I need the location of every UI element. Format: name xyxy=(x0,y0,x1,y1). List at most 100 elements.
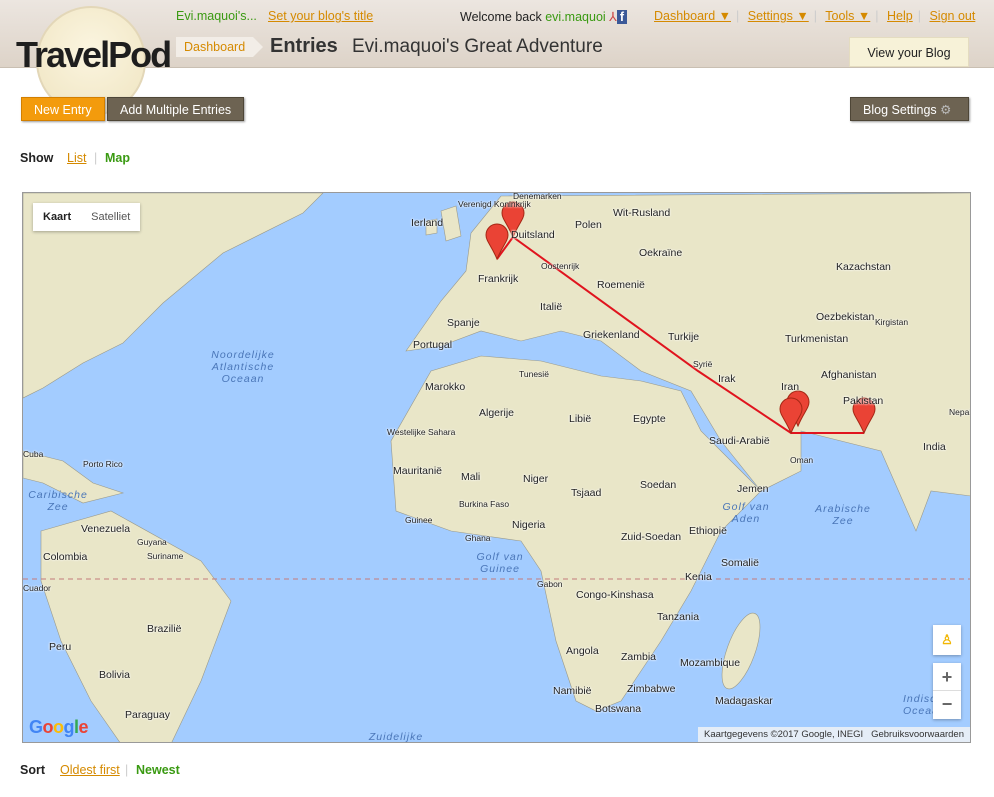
map-label: Colombia xyxy=(43,551,88,563)
map-label: Duitsland xyxy=(511,229,555,241)
map-label: Algerije xyxy=(479,407,515,419)
show-label: Show xyxy=(20,151,54,165)
sort-label: Sort xyxy=(20,763,45,777)
map-sea-label: Golf van Aden xyxy=(722,501,770,525)
map-label: Egypte xyxy=(633,413,666,425)
map-label: Niger xyxy=(523,473,549,485)
map-label: Paraguay xyxy=(125,709,170,721)
map-label: Mozambique xyxy=(680,657,741,669)
map-label: Congo-Kinshasa xyxy=(576,589,654,601)
set-blog-title-link[interactable]: Set your blog's title xyxy=(268,9,373,23)
map-label: Roemenië xyxy=(597,279,645,291)
map-label: Frankrijk xyxy=(478,273,519,285)
map-sea-label: Arabische Zee xyxy=(815,503,871,527)
show-map-tab[interactable]: Map xyxy=(105,151,130,165)
map-label: Nigeria xyxy=(512,519,546,531)
sort-newest[interactable]: Newest xyxy=(136,763,180,777)
map-label: Kirgistan xyxy=(875,317,909,327)
map-label: Saudi-Arabië xyxy=(709,435,770,447)
map-label: Syrië xyxy=(693,359,713,369)
map-label: Angola xyxy=(566,645,599,657)
map-sea-label: Noordelijke Atlantische Oceaan xyxy=(211,349,275,385)
madagascar xyxy=(721,612,761,690)
map-label: Turkije xyxy=(668,331,700,343)
map-label: Venezuela xyxy=(81,523,131,535)
map-label: Guinee xyxy=(405,515,433,525)
map-sea-label: Caribische Zee xyxy=(28,489,88,513)
map-label: Marokko xyxy=(425,381,466,393)
nav-tools[interactable]: Tools ▼ xyxy=(825,9,870,23)
map-label: Porto Rico xyxy=(83,459,123,469)
map-label: Irak xyxy=(718,373,736,385)
map-type-control: Kaart Satelliet xyxy=(33,203,141,231)
google-logo[interactable]: Google xyxy=(29,717,89,738)
blog-settings-button[interactable]: Blog Settings ⚙ xyxy=(850,97,969,121)
map-label: Turkmenistan xyxy=(785,333,849,345)
map-label: Kenia xyxy=(685,571,712,583)
view-blog-button[interactable]: View your Blog xyxy=(849,37,969,67)
map-label: Denemarken xyxy=(513,192,562,201)
map-label: Zambia xyxy=(621,651,657,663)
map-label: Namibië xyxy=(553,685,592,697)
header: TravelPod Evi.maquoi's... Set your blog'… xyxy=(0,0,994,116)
map-label: Tsjaad xyxy=(571,487,602,499)
nav-help[interactable]: Help xyxy=(887,9,913,23)
map-label: Portugal xyxy=(413,339,453,351)
map-type-satelliet[interactable]: Satelliet xyxy=(81,203,140,231)
map-label: Wit-Rusland xyxy=(613,207,671,219)
map[interactable]: Verenigd Koninkrijk Denemarken Ierland Duit… xyxy=(22,192,971,743)
map-label: Oman xyxy=(790,455,814,465)
map-type-kaart[interactable]: Kaart xyxy=(33,203,81,231)
map-sea-label: Zuidelijke xyxy=(368,731,424,743)
add-multiple-entries-button[interactable]: Add Multiple Entries xyxy=(107,97,245,121)
map-label: Nepal xyxy=(949,407,971,417)
pegman-icon[interactable]: ♙ xyxy=(933,625,961,655)
breadcrumb-dashboard[interactable]: Dashboard xyxy=(176,37,264,57)
zoom-control: + − xyxy=(933,663,961,719)
map-label: Westelijke Sahara xyxy=(387,427,456,437)
page-title: Entries xyxy=(270,35,338,57)
map-label: Suriname xyxy=(147,551,184,561)
map-sea-label: Golf van Guinee xyxy=(476,551,524,575)
sort-oldest-link[interactable]: Oldest first xyxy=(60,763,120,777)
map-label: Ierland xyxy=(411,217,444,229)
nav-sign-out[interactable]: Sign out xyxy=(929,9,975,23)
map-label: Kazachstan xyxy=(836,261,891,273)
map-label: Peru xyxy=(49,641,72,653)
map-attribution: Kaartgegevens ©2017 Google, INEGI Gebrui… xyxy=(698,727,970,742)
map-label: Bolivia xyxy=(99,669,130,681)
map-label: Cuador xyxy=(23,583,51,593)
welcome-text: Welcome back evi.maquoi ⅄ f xyxy=(460,9,627,24)
map-label: Griekenland xyxy=(583,329,640,341)
map-label: Pakistan xyxy=(843,395,884,407)
blog-name: Evi.maquoi's... xyxy=(176,9,257,23)
map-label: India xyxy=(923,441,946,453)
map-label: Zimbabwe xyxy=(627,683,676,695)
map-label: Botswana xyxy=(595,703,642,715)
terms-link[interactable]: Gebruiksvoorwaarden xyxy=(871,729,964,740)
map-label: Madagaskar xyxy=(715,695,773,707)
map-label: Oekraïne xyxy=(639,247,683,259)
map-label: Mali xyxy=(461,471,481,483)
map-label: Oezbekistan xyxy=(816,311,875,323)
map-label: Burkina Faso xyxy=(459,499,510,509)
map-label: Oostenrijk xyxy=(541,261,580,271)
map-label: Ghana xyxy=(465,533,491,543)
nav-settings[interactable]: Settings ▼ xyxy=(748,9,809,23)
show-list-link[interactable]: List xyxy=(67,151,86,165)
map-label: Afghanistan xyxy=(821,369,877,381)
map-label: Tanzania xyxy=(657,611,700,623)
uk xyxy=(440,205,462,242)
map-label: Somalië xyxy=(721,557,759,569)
map-label: Spanje xyxy=(447,317,480,329)
new-entry-button[interactable]: New Entry xyxy=(21,97,105,121)
map-label: Soedan xyxy=(640,479,677,491)
zoom-out-button[interactable]: − xyxy=(933,691,961,718)
map-label: Iran xyxy=(781,381,800,393)
map-label: Italië xyxy=(540,301,563,313)
travelpod-logo[interactable]: TravelPod xyxy=(14,6,172,116)
map-label: Polen xyxy=(575,219,602,231)
zoom-in-button[interactable]: + xyxy=(933,663,961,691)
gear-icon: ⚙ xyxy=(940,103,952,117)
nav-dashboard[interactable]: Dashboard ▼ xyxy=(654,9,731,23)
